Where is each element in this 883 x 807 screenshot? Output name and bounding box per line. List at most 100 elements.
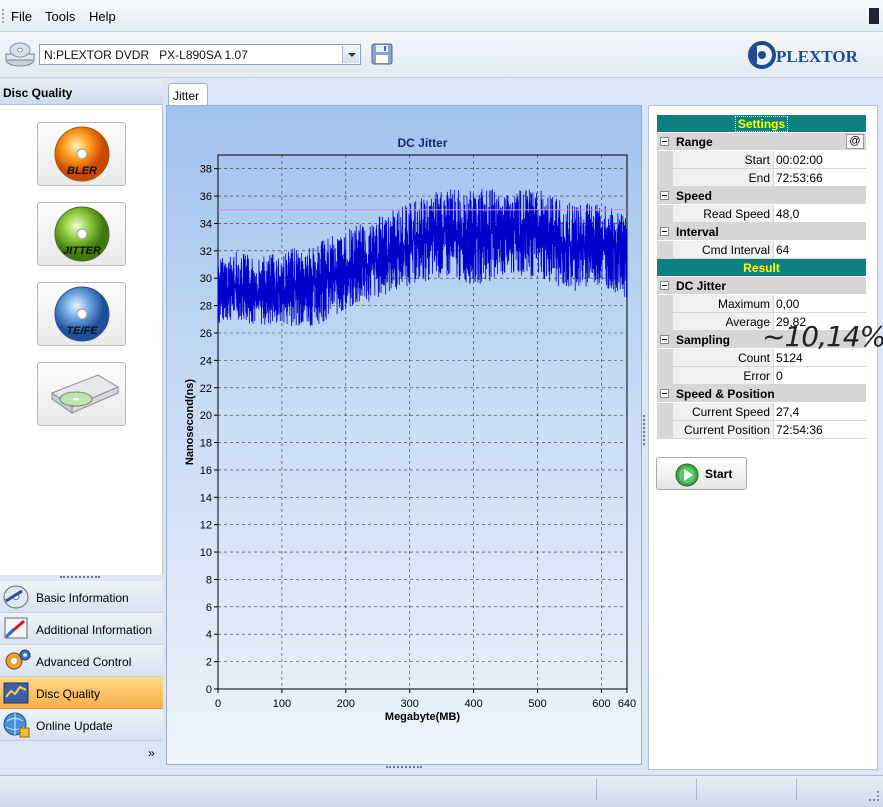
nav-additional-information[interactable]: Additional Information [0, 613, 163, 645]
menu-bar: File Tools Help [0, 0, 883, 32]
settings-header: Settings [657, 115, 866, 133]
nav-disc-quality[interactable]: Disc Quality [0, 677, 163, 709]
dc-jitter-category[interactable]: DC Jitter [657, 277, 866, 295]
range-at-button[interactable]: @ [846, 134, 864, 149]
nav-online-update-label: Online Update [36, 719, 113, 733]
drive-select-value: N:PLEXTOR DVDR PX-L890SA 1.07 [44, 48, 248, 62]
y-tick-label: 2 [206, 657, 212, 669]
save-icon[interactable] [371, 43, 393, 65]
y-tick-label: 18 [200, 438, 212, 450]
read-speed-label: Read Speed [673, 205, 773, 223]
speed-label: Speed [676, 189, 713, 203]
dc-jitter-label: DC Jitter [676, 279, 727, 293]
nav-additional-information-label: Additional Information [36, 623, 153, 637]
additional-information-icon [4, 617, 28, 639]
y-tick-label: 16 [200, 465, 212, 477]
error-value: 0 [773, 367, 866, 385]
start-button-label: Start [705, 467, 733, 481]
menu-help[interactable]: Help [89, 9, 116, 24]
nav-disc-quality-label: Disc Quality [36, 687, 101, 701]
collapse-icon[interactable] [660, 191, 669, 200]
tefe-disc-icon: TE/FE [54, 286, 110, 342]
advanced-control-icon [5, 649, 31, 670]
collapse-icon[interactable] [660, 389, 669, 398]
toolbar: N:PLEXTOR DVDR PX-L890SA 1.07 PLEXTOR [0, 32, 883, 78]
property-panel: Settings Range @ Start 00:02:00 End 72:53:… [648, 105, 878, 770]
x-tick-label: 600 [592, 698, 610, 710]
disc-quality-icon [3, 682, 29, 704]
menu-file[interactable]: File [11, 9, 32, 24]
speed-category[interactable]: Speed [657, 187, 866, 205]
nav-advanced-control[interactable]: Advanced Control [0, 645, 163, 677]
x-tick-label: 100 [273, 698, 291, 710]
test-button-panel: BLER JITTER TE/FE [0, 105, 163, 575]
y-tick-label: 8 [206, 574, 212, 586]
current-position-value: 72:54:36 [773, 421, 866, 439]
drive-tray-button[interactable] [37, 362, 126, 426]
count-label: Count [673, 349, 773, 367]
range-category[interactable]: Range @ [657, 133, 866, 151]
current-position-label: Current Position [673, 421, 773, 439]
collapse-icon[interactable] [660, 335, 669, 344]
settings-header-label: Settings [734, 116, 789, 132]
nav-basic-information[interactable]: Basic Information [0, 581, 163, 613]
bler-button[interactable]: BLER [37, 122, 126, 186]
error-row: Error 0 [657, 367, 866, 385]
online-update-icon [3, 712, 30, 738]
collapse-icon[interactable] [660, 137, 669, 146]
plextor-logo-text: PLEXTOR [776, 47, 859, 66]
optical-drive-icon [5, 42, 35, 67]
range-label: Range [676, 135, 713, 149]
start-value[interactable]: 00:02:00 [773, 151, 866, 169]
window-corner-icon[interactable] [869, 8, 879, 24]
y-tick-label: 10 [200, 547, 212, 559]
y-tick-label: 22 [200, 383, 212, 395]
jitter-disc-icon: JITTER [54, 206, 110, 262]
current-speed-row: Current Speed 27,4 [657, 403, 866, 421]
nav-online-update[interactable]: Online Update [0, 709, 163, 741]
y-tick-label: 20 [200, 410, 212, 422]
resize-grip-icon[interactable] [869, 791, 879, 801]
menu-grip [2, 9, 5, 23]
menu-tools[interactable]: Tools [45, 9, 75, 24]
maximum-row: Maximum 0,00 [657, 295, 866, 313]
y-tick-label: 6 [206, 602, 212, 614]
interval-category[interactable]: Interval [657, 223, 866, 241]
y-tick-label: 14 [200, 492, 212, 504]
average-label: Average [673, 313, 773, 331]
y-tick-label: 36 [200, 191, 212, 203]
start-label: Start [673, 151, 773, 169]
y-tick-label: 28 [200, 301, 212, 313]
y-tick-label: 30 [200, 273, 212, 285]
maximum-label: Maximum [673, 295, 773, 313]
chevron-down-icon[interactable] [342, 46, 359, 63]
start-button[interactable]: Start [656, 457, 747, 490]
tab-jitter[interactable]: Jitter [168, 83, 208, 105]
cmd-interval-value[interactable]: 64 [773, 241, 866, 259]
error-label: Error [673, 367, 773, 385]
nav-more-chevron-icon[interactable]: » [148, 746, 155, 760]
x-tick-label: 640 [618, 698, 636, 710]
x-tick-label: 400 [464, 698, 482, 710]
bler-disc-icon: BLER [54, 126, 110, 182]
left-panel-title: Disc Quality [0, 79, 163, 105]
speed-position-label: Speed & Position [676, 387, 775, 401]
speed-position-category[interactable]: Speed & Position [657, 385, 866, 403]
y-tick-label: 34 [200, 218, 212, 230]
jitter-button[interactable]: JITTER [37, 202, 126, 266]
tefe-button[interactable]: TE/FE [37, 282, 126, 346]
dc-jitter-chart: DC Jitter0246810121416182022242628303234… [184, 136, 636, 723]
maximum-value: 0,00 [773, 295, 866, 313]
result-header: Result [657, 259, 866, 277]
nav-list: Basic Information Additional Information… [0, 581, 163, 773]
collapse-icon[interactable] [660, 281, 669, 290]
collapse-icon[interactable] [660, 227, 669, 236]
property-grid: Settings Range @ Start 00:02:00 End 72:53:… [657, 115, 866, 439]
chart-title: DC Jitter [397, 136, 447, 150]
overlay-percentage: ~10,14% [762, 320, 883, 353]
drive-select[interactable]: N:PLEXTOR DVDR PX-L890SA 1.07 [39, 44, 361, 65]
bottom-splitter[interactable] [166, 765, 642, 771]
read-speed-value[interactable]: 48,0 [773, 205, 866, 223]
end-value[interactable]: 72:53:66 [773, 169, 866, 187]
drive-tray-icon [50, 374, 120, 414]
